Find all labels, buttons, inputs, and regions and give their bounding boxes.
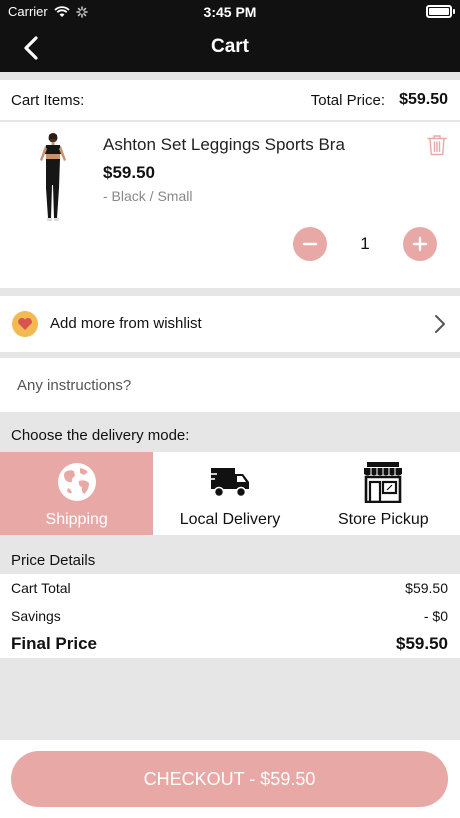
delivery-mode-selector: Shipping Local Delivery Store Pickup — [0, 452, 460, 535]
navigation-bar: Cart — [0, 24, 460, 72]
price-details: Cart Total $59.50 Savings - $0 Final Pri… — [0, 574, 460, 658]
globe-icon — [57, 463, 96, 501]
delivery-option-label: Store Pickup — [337, 511, 429, 528]
trash-icon — [427, 135, 447, 156]
final-price-label: Final Price — [11, 634, 97, 653]
cart-item: Ashton Set Leggings Sports Bra $59.50 - … — [0, 122, 460, 288]
total-price-value: $59.50 — [399, 91, 448, 108]
savings-value: - $0 — [423, 608, 448, 624]
delete-item-button[interactable] — [427, 134, 447, 161]
minus-icon — [302, 242, 318, 246]
savings-label: Savings — [11, 608, 61, 624]
cart-total-label: Cart Total — [11, 580, 71, 596]
delivery-option-store-pickup[interactable]: Store Pickup — [307, 452, 460, 535]
cart-items-label: Cart Items: — [11, 92, 85, 109]
cart-total-row: Cart Total $59.50 — [11, 580, 448, 596]
wishlist-row[interactable]: Add more from wishlist — [0, 296, 460, 352]
chevron-right-icon — [435, 315, 445, 333]
heart-icon — [18, 317, 32, 330]
battery-icon — [426, 5, 455, 18]
savings-row: Savings - $0 — [11, 608, 448, 624]
final-price-value: $59.50 — [396, 634, 448, 653]
status-time: 3:45 PM — [203, 4, 257, 20]
cart-total-value: $59.50 — [405, 580, 448, 596]
decrease-quantity-button[interactable] — [293, 227, 327, 261]
delivery-option-shipping[interactable]: Shipping — [0, 452, 154, 535]
delivery-option-local-delivery[interactable]: Local Delivery — [153, 452, 306, 535]
instructions-input[interactable] — [0, 358, 460, 412]
plus-icon — [412, 236, 428, 252]
page-title: Cart — [210, 36, 249, 57]
wishlist-label: Add more from wishlist — [50, 315, 202, 332]
final-price-row: Final Price $59.50 — [11, 634, 448, 654]
delivery-option-label: Local Delivery — [179, 511, 281, 528]
truck-icon — [208, 468, 249, 498]
product-price: $59.50 — [103, 163, 155, 182]
instructions-section — [0, 358, 460, 412]
status-bar: Carrier 3:45 PM — [0, 0, 460, 24]
product-variant: - Black / Small — [103, 188, 193, 204]
product-image — [40, 133, 66, 221]
quantity-value: 1 — [360, 234, 370, 253]
total-price-label: Total Price: — [310, 92, 385, 109]
price-details-title: Price Details — [11, 552, 96, 569]
heart-badge — [12, 311, 38, 337]
cart-summary-header: Cart Items: Total Price: $59.50 — [0, 80, 460, 120]
delivery-option-label: Shipping — [45, 511, 108, 528]
checkout-footer: CHECKOUT - $59.50 — [0, 740, 460, 818]
checkout-button[interactable]: CHECKOUT - $59.50 — [11, 751, 448, 807]
product-name[interactable]: Ashton Set Leggings Sports Bra — [103, 135, 345, 155]
delivery-mode-title: Choose the delivery mode: — [11, 427, 190, 444]
store-icon — [364, 462, 403, 503]
increase-quantity-button[interactable] — [403, 227, 437, 261]
